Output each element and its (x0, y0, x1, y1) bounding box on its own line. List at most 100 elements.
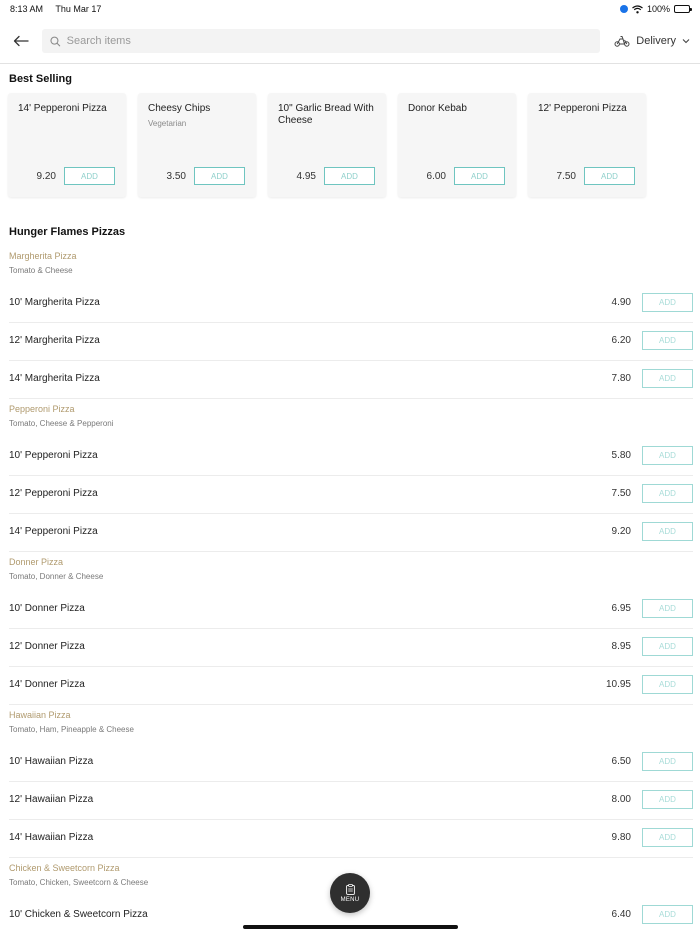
menu-item-name: 14' Pepperoni Pizza (9, 526, 98, 537)
wifi-icon (632, 4, 643, 13)
menu-item-price: 8.95 (611, 641, 631, 652)
chevron-down-icon (682, 39, 690, 44)
menu-item-name: 14' Hawaiian Pizza (9, 832, 94, 843)
card-item-tag: Vegetarian (148, 119, 187, 128)
category-description: Tomato, Donner & Cheese (9, 572, 104, 581)
card-item-price: 3.50 (166, 171, 186, 182)
menu-item-name: 10' Chicken & Sweetcorn Pizza (9, 909, 148, 920)
search-box[interactable] (42, 29, 600, 53)
arrow-left-icon (13, 35, 29, 47)
best-selling-card[interactable]: 10" Garlic Bread With Cheese 4.95 ADD (268, 93, 386, 197)
menu-section-title: Hunger Flames Pizzas (9, 226, 126, 238)
card-add-button[interactable]: ADD (584, 167, 635, 185)
menu-item-name: 14' Margherita Pizza (9, 373, 100, 384)
menu-item-row[interactable]: 14' Hawaiian Pizza 9.80 ADD (9, 819, 693, 857)
location-icon (619, 5, 628, 13)
menu-item-price: 8.00 (611, 794, 631, 805)
add-to-cart-button[interactable]: ADD (642, 446, 693, 465)
battery-icon (674, 5, 692, 13)
card-add-button[interactable]: ADD (64, 167, 115, 185)
card-item-name: Cheesy Chips (148, 103, 211, 114)
menu-button-label: MENU (340, 896, 360, 903)
menu-item-name: 12' Pepperoni Pizza (9, 488, 98, 499)
home-indicator[interactable] (243, 925, 458, 929)
add-to-cart-button[interactable]: ADD (642, 752, 693, 771)
category-description: Tomato, Ham, Pineapple & Cheese (9, 725, 134, 734)
search-input[interactable] (66, 35, 592, 47)
card-item-price: 7.50 (556, 171, 576, 182)
card-item-name: 10" Garlic Bread With Cheese (278, 103, 374, 126)
back-button[interactable] (10, 30, 32, 52)
add-to-cart-button[interactable]: ADD (642, 369, 693, 388)
menu-item-price: 9.20 (611, 526, 631, 537)
add-to-cart-button[interactable]: ADD (642, 599, 693, 618)
menu-item-row[interactable]: 10' Donner Pizza 6.95 ADD (9, 590, 693, 628)
add-to-cart-button[interactable]: ADD (642, 790, 693, 809)
add-to-cart-button[interactable]: ADD (642, 675, 693, 694)
row-divider (9, 857, 693, 858)
add-to-cart-button[interactable]: ADD (642, 331, 693, 350)
card-add-button[interactable]: ADD (194, 167, 245, 185)
menu-item-row[interactable]: 14' Donner Pizza 10.95 ADD (9, 666, 693, 704)
card-item-name: 12' Pepperoni Pizza (538, 103, 627, 114)
top-bar: Delivery (0, 26, 700, 56)
scooter-icon (614, 36, 630, 47)
menu-item-row[interactable]: 12' Donner Pizza 8.95 ADD (9, 628, 693, 666)
add-to-cart-button[interactable]: ADD (642, 522, 693, 541)
category-name: Donner Pizza (9, 557, 64, 567)
row-divider (9, 704, 693, 705)
category-name: Chicken & Sweetcorn Pizza (9, 863, 120, 873)
menu-item-row[interactable]: 12' Hawaiian Pizza 8.00 ADD (9, 781, 693, 819)
card-item-name: Donor Kebab (408, 103, 467, 114)
menu-item-row[interactable]: 12' Margherita Pizza 6.20 ADD (9, 322, 693, 360)
menu-button[interactable]: MENU (330, 873, 370, 913)
best-selling-card[interactable]: Donor Kebab 6.00 ADD (398, 93, 516, 197)
best-selling-title: Best Selling (9, 73, 72, 85)
menu-item-name: 10' Donner Pizza (9, 603, 85, 614)
row-divider (9, 551, 693, 552)
best-selling-card[interactable]: Cheesy Chips Vegetarian 3.50 ADD (138, 93, 256, 197)
best-selling-cards: 14' Pepperoni Pizza 9.20 ADD Cheesy Chips Ve… (8, 93, 646, 197)
menu-item-name: 12' Hawaiian Pizza (9, 794, 94, 805)
add-to-cart-button[interactable]: ADD (642, 828, 693, 847)
menu-item-price: 10.95 (605, 679, 631, 690)
status-time: 8:13 AM (10, 4, 44, 14)
row-divider (9, 398, 693, 399)
card-item-price: 6.00 (426, 171, 446, 182)
header-divider (0, 63, 700, 64)
card-add-button[interactable]: ADD (454, 167, 505, 185)
add-to-cart-button[interactable]: ADD (642, 637, 693, 656)
clipboard-icon (345, 883, 355, 895)
card-add-button[interactable]: ADD (324, 167, 375, 185)
delivery-selector[interactable]: Delivery (614, 35, 690, 47)
menu-item-row[interactable]: 12' Pepperoni Pizza 7.50 ADD (9, 475, 693, 513)
menu-item-name: 10' Hawaiian Pizza (9, 756, 94, 767)
card-item-price: 9.20 (36, 171, 56, 182)
status-date: Thu Mar 17 (55, 4, 102, 14)
menu-item-price: 6.95 (611, 603, 631, 614)
category-description: Tomato, Cheese & Pepperoni (9, 419, 114, 428)
card-item-price: 4.95 (296, 171, 316, 182)
battery-percent: 100% (646, 4, 670, 14)
menu-item-row[interactable]: 14' Pepperoni Pizza 9.20 ADD (9, 513, 693, 551)
add-to-cart-button[interactable]: ADD (642, 484, 693, 503)
menu-item-price: 6.50 (611, 756, 631, 767)
add-to-cart-button[interactable]: ADD (642, 905, 693, 924)
add-to-cart-button[interactable]: ADD (642, 293, 693, 312)
menu-item-name: 14' Donner Pizza (9, 679, 85, 690)
menu-item-price: 5.80 (611, 450, 631, 461)
menu-item-price: 9.80 (611, 832, 631, 843)
best-selling-card[interactable]: 14' Pepperoni Pizza 9.20 ADD (8, 93, 126, 197)
category-name: Hawaiian Pizza (9, 710, 71, 720)
best-selling-card[interactable]: 12' Pepperoni Pizza 7.50 ADD (528, 93, 646, 197)
category-name: Margherita Pizza (9, 251, 77, 261)
category-description: Tomato & Cheese (9, 266, 73, 275)
menu-item-name: 10' Margherita Pizza (9, 297, 100, 308)
menu-item-row[interactable]: 10' Hawaiian Pizza 6.50 ADD (9, 743, 693, 781)
menu-item-row[interactable]: 10' Pepperoni Pizza 5.80 ADD (9, 437, 693, 475)
menu-item-price: 4.90 (611, 297, 631, 308)
menu-item-name: 12' Margherita Pizza (9, 335, 100, 346)
menu-item-row[interactable]: 14' Margherita Pizza 7.80 ADD (9, 360, 693, 398)
status-right: 100% (619, 4, 692, 14)
menu-item-row[interactable]: 10' Margherita Pizza 4.90 ADD (9, 284, 693, 322)
